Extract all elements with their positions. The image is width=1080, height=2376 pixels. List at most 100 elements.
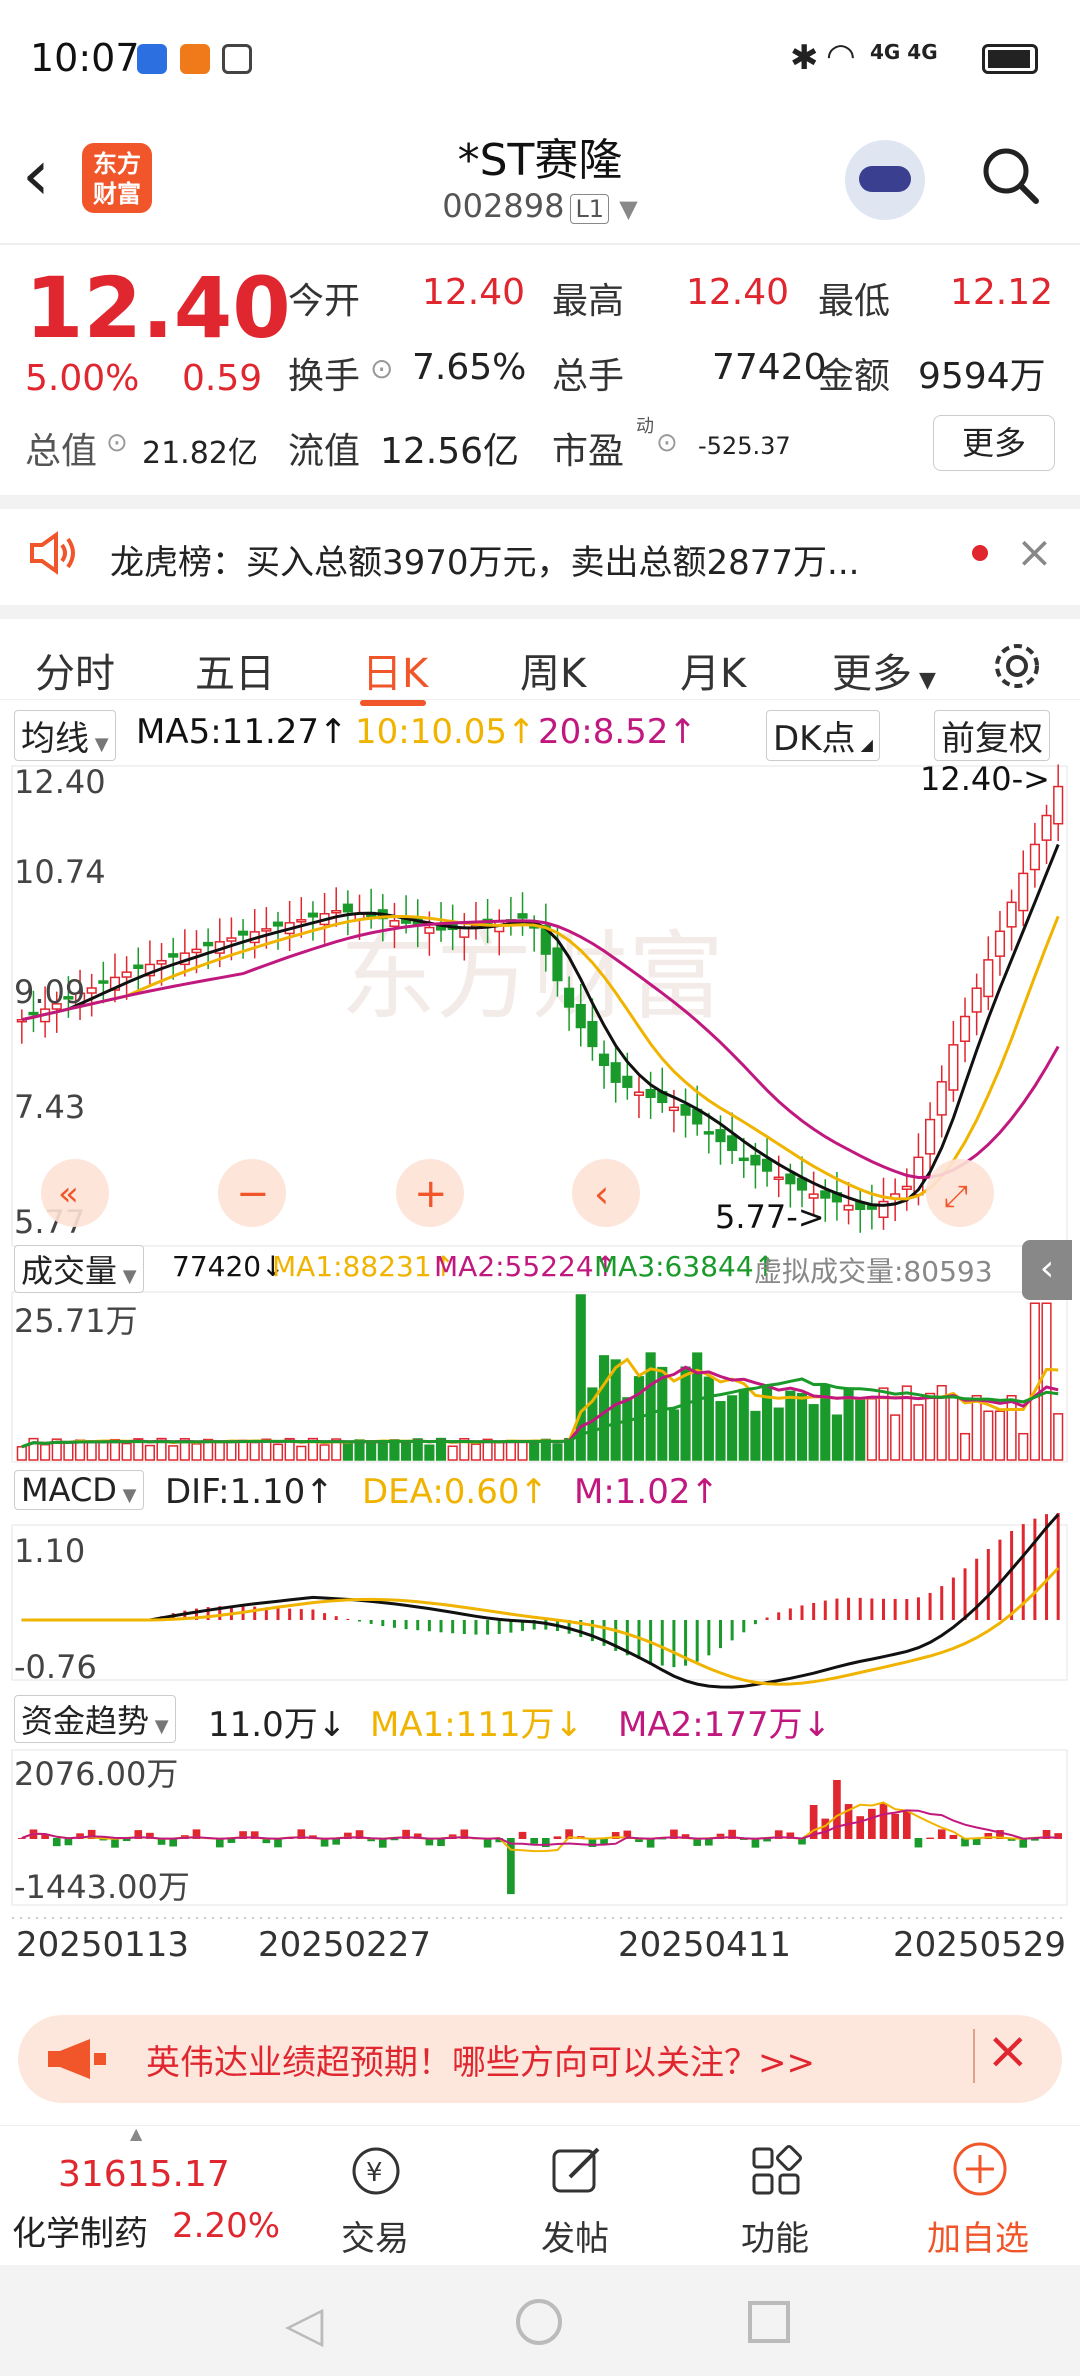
candle (342, 903, 353, 913)
volume-bar (191, 1443, 202, 1461)
volume-bar (401, 1442, 412, 1461)
volume-bar (855, 1398, 866, 1461)
candle (750, 1154, 761, 1166)
low-label: 最低 (818, 281, 891, 322)
fund-bar (518, 1831, 527, 1839)
adjust-select[interactable]: 前复权 (934, 710, 1050, 761)
candle (98, 980, 109, 984)
candle (633, 1091, 645, 1096)
candle (237, 930, 249, 936)
x-date-label: 20250227 (258, 1925, 431, 1965)
volume-bar (366, 1440, 377, 1461)
tab-weekly-k[interactable]: 周K (520, 641, 586, 699)
fund-bar (926, 1837, 934, 1839)
recents-nav-icon[interactable] (748, 2301, 790, 2343)
fund-y-bottom: -1443.00万 (14, 1868, 190, 1906)
x-date-label: 20250529 (893, 1925, 1066, 1965)
back-nav-icon[interactable]: ◁ (285, 2295, 323, 2353)
candle (936, 1081, 947, 1116)
fund-select[interactable]: 资金趋势 ▼ (14, 1695, 176, 1743)
close-icon[interactable]: × (1016, 527, 1053, 578)
candle (226, 937, 237, 942)
promo-banner[interactable]: 英伟达业绩超预期！哪些方向可以关注？>> × (18, 2015, 1062, 2103)
assistant-robot-icon[interactable] (845, 140, 925, 220)
speaker-icon (30, 531, 75, 575)
m-value: M:1.02↑ (574, 1472, 719, 1512)
candle (156, 959, 167, 965)
volume-bar (715, 1401, 726, 1461)
bottom-nav: ▲ 31615.17 化学制药 2.20% ¥ 交易 发帖 功能 加自选 (0, 2124, 1080, 2266)
dea-line (21, 1566, 1060, 1686)
tab-monthly-k[interactable]: 月K (680, 641, 746, 699)
x-date-label: 20250411 (618, 1925, 791, 1965)
volume-select[interactable]: 成交量 ▼ (14, 1245, 144, 1293)
wifi-icon: ◠ (826, 36, 856, 76)
candle (587, 1021, 598, 1048)
more-button[interactable]: 更多 (933, 415, 1055, 471)
app-notification-icon (180, 44, 210, 74)
float-label: 流值 (288, 431, 361, 472)
candle (761, 1158, 773, 1172)
tab-more[interactable]: 更多 ▼ (832, 641, 936, 699)
volume-bar (1029, 1302, 1040, 1461)
current-price: 12.40 (25, 259, 291, 357)
sector-index[interactable]: ▲ 31615.17 化学制药 2.20% (0, 2124, 290, 2266)
gear-icon[interactable] (990, 639, 1044, 693)
volume-bar (703, 1376, 714, 1461)
info-icon[interactable]: ⊙ (106, 428, 128, 458)
home-nav-icon[interactable] (516, 2299, 562, 2345)
candle (1006, 901, 1017, 928)
fund-bar (868, 1808, 876, 1839)
candle (738, 1157, 749, 1162)
volume-bar (796, 1392, 808, 1461)
volume-bar (494, 1441, 505, 1461)
collapse-panel-icon[interactable]: ‹ (1022, 1240, 1072, 1300)
volume-bar (16, 1446, 27, 1461)
volume-bar (750, 1410, 761, 1461)
macd-y-bottom: -0.76 (14, 1648, 97, 1686)
volume-bar (983, 1410, 994, 1461)
pe-label: 市盈 (552, 431, 625, 472)
volume-bar (529, 1441, 540, 1461)
app-notification-icon (137, 44, 167, 74)
market-tag: L1 (570, 194, 610, 224)
search-icon[interactable] (980, 145, 1040, 205)
chevron-up-icon: ▲ (130, 2124, 143, 2143)
volume-bar (913, 1404, 924, 1461)
macd-bars (160, 1512, 1060, 1668)
candle (552, 947, 563, 982)
svg-text:‹: ‹ (594, 1172, 609, 1216)
volume-bar (808, 1404, 819, 1461)
pe-superscript: 动 (636, 416, 654, 437)
volume-bar (377, 1440, 388, 1461)
tab-daily-k[interactable]: 日K (362, 641, 428, 699)
info-icon[interactable]: ⊙ (656, 428, 678, 458)
volume-value: 77420 (712, 347, 827, 388)
fund-y-top: 2076.00万 (14, 1755, 178, 1793)
macd-select[interactable]: MACD ▼ (14, 1470, 144, 1510)
candle (820, 1190, 831, 1199)
tab-intraday[interactable]: 分时 (35, 641, 115, 699)
close-icon[interactable]: × (986, 2021, 1030, 2081)
low-value: 12.12 (950, 272, 1054, 313)
news-ticker[interactable]: 龙虎榜：买入总额3970万元，卖出总额2877万... × (0, 495, 1080, 595)
dk-select[interactable]: DK点 ◢ (766, 710, 880, 761)
candle (680, 1103, 691, 1116)
system-nav: ◁ (0, 2265, 1080, 2376)
yen-icon: ¥ (352, 2147, 400, 2195)
svg-text:−: − (236, 1171, 270, 1217)
volume-bar (470, 1443, 482, 1461)
sector-index-value: 31615.17 (58, 2154, 230, 2195)
info-icon[interactable]: ⊙ (370, 352, 393, 385)
volume-bar (680, 1366, 691, 1461)
watermark-logo: 东方财富 (340, 921, 724, 1033)
post-label: 发帖 (541, 2219, 609, 2259)
tab-five-day[interactable]: 五日 (195, 641, 275, 699)
candle (307, 912, 319, 918)
ma-select[interactable]: 均线 ▼ (14, 710, 116, 761)
candle (272, 921, 284, 927)
svg-text:«: « (58, 1174, 79, 1214)
candle (901, 1185, 912, 1190)
dif-line (21, 1513, 1060, 1689)
stock-chart[interactable]: 东方财富 12.40 10.74 9.09 7.43 5.77 12.40-> … (0, 760, 1080, 1990)
